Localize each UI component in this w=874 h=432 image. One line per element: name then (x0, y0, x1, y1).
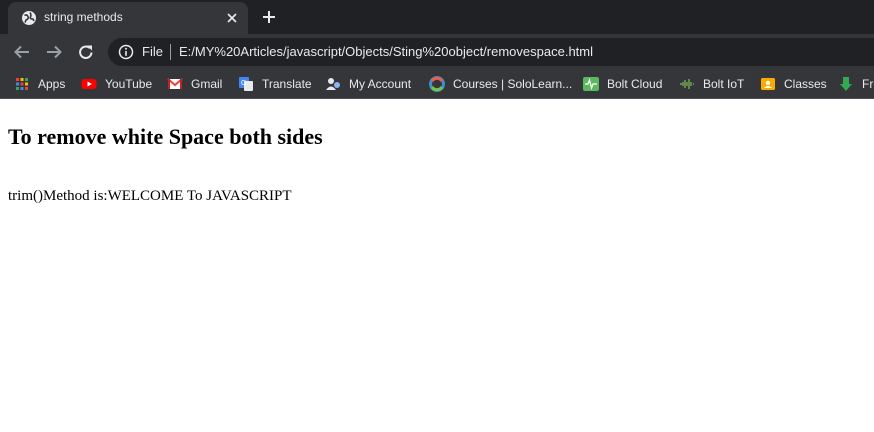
bookmark-label: Classes (784, 77, 827, 91)
gmail-icon (167, 78, 183, 89)
classes-icon (761, 78, 775, 90)
info-icon[interactable] (118, 44, 134, 60)
download-arrow-icon (840, 77, 852, 91)
bolt-cloud-icon (583, 77, 599, 91)
close-tab-icon[interactable] (224, 10, 240, 26)
file-scheme-label: File (142, 44, 163, 59)
bookmark-fre[interactable]: Fre (838, 75, 874, 93)
bookmark-label: YouTube (105, 77, 153, 91)
bookmark-bolt-iot[interactable]: Bolt IoT (679, 75, 744, 93)
tab-strip: string methods (0, 0, 874, 34)
bookmark-bolt-cloud[interactable]: Bolt Cloud (583, 75, 662, 93)
bookmark-sololearn[interactable]: Courses | SoloLearn... (429, 75, 572, 93)
globe-icon (22, 11, 36, 25)
bookmark-gmail[interactable]: Gmail (167, 75, 222, 93)
bookmark-label: Bolt IoT (703, 77, 745, 91)
bookmark-label: My Account (349, 77, 412, 91)
bookmark-translate[interactable]: G Translate (238, 75, 312, 93)
translate-icon: G (239, 77, 253, 91)
browser-toolbar: File E:/MY%20Articles/javascript/Objects… (0, 34, 874, 70)
bookmark-apps[interactable]: Apps (14, 75, 65, 93)
bookmark-label: Courses | SoloLearn... (453, 77, 573, 91)
url-text[interactable]: E:/MY%20Articles/javascript/Objects/Stin… (179, 44, 593, 59)
bookmark-label: Fre (862, 77, 874, 91)
bookmark-my-account[interactable]: My Account (325, 75, 411, 93)
bolt-iot-icon (680, 79, 694, 89)
arrow-left-icon[interactable] (10, 40, 34, 64)
reload-icon[interactable] (74, 40, 98, 64)
new-tab-plus-icon[interactable] (259, 7, 279, 27)
sololearn-icon (429, 76, 445, 92)
page-heading: To remove white Space both sides (8, 124, 323, 149)
bookmark-label: Gmail (191, 77, 223, 91)
bookmark-label: Bolt Cloud (607, 77, 663, 91)
youtube-icon (81, 79, 97, 89)
apps-grid-icon (16, 78, 28, 90)
bookmark-label: Translate (262, 77, 312, 91)
page-content: To remove white Space both sides trim()M… (0, 99, 874, 432)
address-bar[interactable]: File E:/MY%20Articles/javascript/Objects… (108, 38, 874, 66)
tab-title: string methods (44, 10, 123, 24)
bookmarks-bar: Apps YouTube Gmail G Translate My Accoun (0, 70, 874, 99)
trim-output-text: trim()Method is:WELCOME To JAVASCRIPT (8, 188, 292, 204)
tab-string-methods[interactable]: string methods (8, 2, 248, 34)
bookmark-label: Apps (38, 77, 66, 91)
svg-text:G: G (241, 80, 246, 87)
arrow-right-icon[interactable] (42, 40, 66, 64)
address-divider (170, 44, 171, 60)
bookmark-youtube[interactable]: YouTube (81, 75, 152, 93)
bookmark-classes[interactable]: Classes (760, 75, 827, 93)
account-icon (326, 78, 340, 90)
